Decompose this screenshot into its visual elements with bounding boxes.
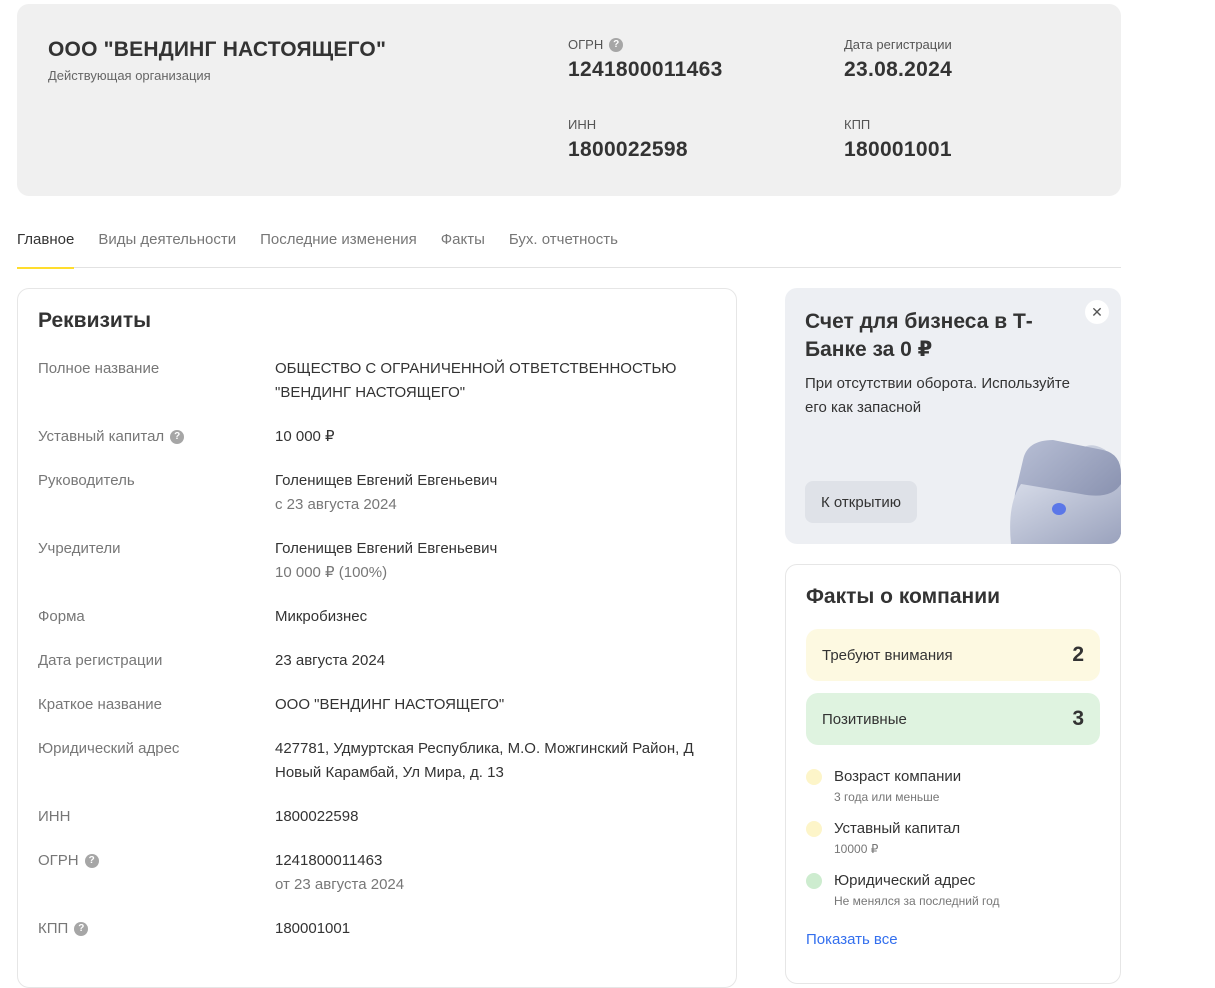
tab-facts[interactable]: Факты — [441, 222, 485, 268]
header-ogrn-label: ОГРН — [568, 37, 604, 52]
fact-desc: 3 года или меньше — [834, 790, 940, 804]
fact-status-dot — [806, 821, 822, 837]
close-icon[interactable]: ✕ — [1085, 300, 1109, 324]
header-inn: ИНН 1800022598 — [568, 116, 688, 162]
requisite-value: ОБЩЕСТВО С ОГРАНИЧЕННОЙ ОТВЕТСТВЕННОСТЬЮ… — [275, 360, 677, 401]
facts-title: Факты о компании — [806, 585, 1001, 608]
fact-status-dot — [806, 769, 822, 785]
requisite-value: 23 августа 2024 — [275, 652, 386, 669]
requisite-value[interactable]: Голенищев Евгений Евгеньевич — [275, 540, 497, 557]
question-icon[interactable]: ? — [609, 38, 624, 52]
header-kpp: КПП 180001001 — [844, 116, 952, 162]
promo-title: Счет для бизнеса в Т-Банке за 0 ₽ — [805, 310, 1033, 361]
header-reg-date-value: 23.08.2024 — [844, 58, 953, 81]
tab-accounting[interactable]: Бух. отчетность — [509, 222, 618, 268]
company-status: Действующая организация — [48, 68, 211, 83]
header-kpp-value: 180001001 — [844, 138, 952, 161]
requisite-label: Руководитель — [38, 472, 135, 489]
tab-bar: Главное Виды деятельности Последние изме… — [17, 222, 1121, 269]
requisite-value[interactable]: Голенищев Евгений Евгеньевич — [275, 472, 497, 489]
requisite-label: Уставный капитал — [38, 428, 165, 445]
header-ogrn-value: 1241800011463 — [568, 58, 723, 81]
requisite-value: Микробизнес — [275, 608, 368, 625]
header-inn-value: 1800022598 — [568, 138, 688, 161]
tab-recent-changes[interactable]: Последние изменения — [260, 222, 417, 268]
header-reg-date-label: Дата регистрации — [844, 37, 952, 52]
header-inn-label: ИНН — [568, 117, 597, 132]
facts-attention-pill[interactable]: Требуют внимания 2 — [806, 629, 1100, 681]
fact-name: Возраст компании — [834, 768, 962, 785]
header-ogrn: ОГРН ? 1241800011463 — [568, 36, 723, 82]
fact-name: Уставный капитал — [834, 820, 961, 837]
requisite-value: 1241800011463 — [275, 852, 383, 869]
requisites-title: Реквизиты — [38, 309, 152, 332]
company-header: ООО "ВЕНДИНГ НАСТОЯЩЕГО" Действующая орг… — [17, 4, 1121, 196]
requisite-label: Юридический адрес — [38, 740, 180, 757]
facts-positive-pill[interactable]: Позитивные 3 — [806, 693, 1100, 745]
facts-attention-count: 2 — [1072, 643, 1084, 666]
facts-attention-label: Требуют внимания — [822, 646, 953, 664]
show-all-link[interactable]: Показать все — [806, 931, 898, 948]
requisite-value: 10 000 ₽ — [275, 428, 335, 445]
tab-activities[interactable]: Виды деятельности — [98, 222, 236, 268]
requisite-value: 1800022598 — [275, 808, 359, 825]
open-account-button[interactable]: К открытию — [805, 481, 917, 523]
promo-text: При отсутствии оборота. Используйте его … — [805, 375, 1070, 416]
question-icon[interactable]: ? — [74, 922, 89, 936]
fact-name: Юридический адрес — [834, 872, 976, 889]
question-icon[interactable]: ? — [170, 430, 185, 444]
facts-positive-count: 3 — [1072, 707, 1084, 730]
requisites-card: Реквизиты Полное название ОБЩЕСТВО С ОГР… — [17, 288, 737, 988]
promo-banner: Счет для бизнеса в Т-Банке за 0 ₽ ✕ При … — [785, 288, 1121, 544]
requisite-value: ООО "ВЕНДИНГ НАСТОЯЩЕГО" — [275, 696, 505, 713]
requisite-subvalue: с 23 августа 2024 — [275, 496, 397, 513]
header-kpp-label: КПП — [844, 117, 871, 132]
fact-status-dot — [806, 873, 822, 889]
requisite-label: ИНН — [38, 808, 71, 825]
facts-positive-label: Позитивные — [822, 710, 907, 728]
requisite-label: Краткое название — [38, 696, 163, 713]
requisite-value: 427781, Удмуртская Республика, М.О. Можг… — [275, 740, 694, 781]
requisite-label: ОГРН — [38, 852, 79, 869]
company-name: ООО "ВЕНДИНГ НАСТОЯЩЕГО" — [48, 38, 387, 61]
requisite-label: КПП — [38, 920, 69, 937]
requisite-value: 180001001 — [275, 920, 351, 937]
tab-main[interactable]: Главное — [17, 222, 75, 269]
fact-desc: Не менялся за последний год — [834, 894, 1000, 908]
question-icon[interactable]: ? — [84, 854, 99, 868]
requisite-subvalue: 10 000 ₽ (100%) — [275, 564, 388, 581]
header-reg-date: Дата регистрации 23.08.2024 — [844, 36, 952, 82]
facts-card: Факты о компании Требуют внимания 2 Пози… — [785, 564, 1121, 984]
requisite-label: Полное название — [38, 360, 160, 377]
fact-desc: 10000 ₽ — [834, 842, 879, 856]
requisite-label: Дата регистрации — [38, 652, 163, 669]
briefcase-illustration — [1010, 440, 1121, 544]
requisite-label: Форма — [38, 608, 85, 625]
requisite-subvalue: от 23 августа 2024 — [275, 876, 405, 893]
requisite-label: Учредители — [38, 540, 121, 557]
